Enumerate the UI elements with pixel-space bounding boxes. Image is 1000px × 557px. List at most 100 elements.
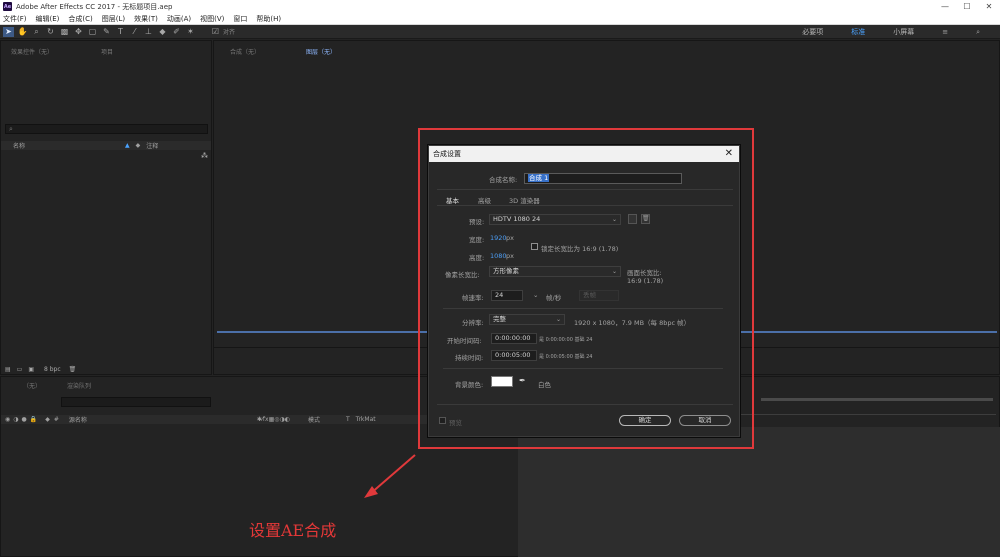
preview-label: 预览 (449, 419, 462, 427)
eyedropper-icon[interactable]: ✒ (519, 376, 526, 385)
tab-render-queue[interactable]: 渲染队列 (67, 381, 91, 390)
flowchart-icon[interactable]: ⁂ (201, 152, 208, 160)
menu-view[interactable]: 视图(V) (200, 14, 224, 24)
column-name[interactable]: 名称 (13, 141, 25, 150)
roto-brush-tool-icon[interactable]: ✐ (171, 27, 182, 37)
column-number: # (53, 416, 59, 423)
comp-name-input[interactable]: 合成 1 (524, 173, 682, 184)
zoom-tool-icon[interactable]: ⌕ (31, 27, 42, 37)
menu-bar: 文件(F) 编辑(E) 合成(C) 图层(L) 效果(T) 动画(A) 视图(V… (0, 13, 1000, 25)
mask-tool-icon[interactable]: ▢ (87, 27, 98, 37)
interpret-footage-icon[interactable]: ▤ (5, 366, 11, 373)
column-comment[interactable]: 注释 (146, 141, 158, 150)
lock-aspect-checkbox[interactable] (531, 243, 538, 250)
workspace-essentials[interactable]: 必要项 (802, 27, 823, 37)
width-unit: px (506, 234, 514, 242)
width-value[interactable]: 1920 (490, 234, 507, 242)
comp-name-value: 合成 1 (528, 174, 550, 182)
brush-tool-icon[interactable]: ⁄ (129, 27, 140, 37)
frame-rate-input[interactable]: 24 (491, 290, 523, 301)
preset-select[interactable]: HDTV 1080 24 ⌄ (489, 214, 621, 225)
start-timecode-info: 是 0:00:00:00 基础 24 (539, 337, 593, 343)
menu-animation[interactable]: 动画(A) (167, 14, 191, 24)
title-bar: Ae Adobe After Effects CC 2017 - 无标题项目.a… (0, 0, 1000, 13)
tab-timeline-none[interactable]: （无） (23, 381, 41, 390)
frame-rate-dropdown-icon[interactable]: ⌄ (533, 291, 538, 299)
menu-effect[interactable]: 效果(T) (134, 14, 158, 24)
project-panel: 效果控件（无） 项目 ⌕ 名称 ▲ ◆ 注释 ⁂ ▤ ▭ ▣ 8 bpc 🗑 (0, 40, 212, 375)
tab-layer[interactable]: 图层（无） (306, 47, 336, 56)
pen-tool-icon[interactable]: ✎ (101, 27, 112, 37)
height-value[interactable]: 1080 (490, 252, 507, 260)
bg-color-swatch[interactable] (491, 376, 513, 387)
workspace-small-screen[interactable]: 小屏幕 (893, 27, 914, 37)
new-composition-icon[interactable]: ▣ (28, 366, 34, 373)
after-effects-logo-icon: Ae (3, 2, 12, 11)
pixel-aspect-select[interactable]: 方形像素 ⌄ (489, 266, 621, 277)
video-switch-icon: ◉ (5, 416, 11, 423)
cancel-button[interactable]: 取消 (679, 415, 731, 426)
column-source-name[interactable]: 源名称 (69, 415, 87, 424)
drop-frame-select[interactable]: 丢帧 (579, 290, 619, 301)
new-folder-icon[interactable]: ▭ (17, 366, 23, 373)
selection-tool-icon[interactable]: ➤ (3, 26, 14, 37)
menu-help[interactable]: 帮助(H) (256, 14, 281, 24)
bg-color-label: 背景颜色: (455, 381, 484, 389)
puppet-tool-icon[interactable]: ✶ (185, 27, 196, 37)
rotate-tool-icon[interactable]: ↻ (45, 27, 56, 37)
start-timecode-input[interactable]: 0:00:00:00 (491, 333, 537, 344)
menu-layer[interactable]: 图层(L) (102, 14, 125, 24)
work-area-bar[interactable] (761, 398, 993, 401)
eraser-tool-icon[interactable]: ◆ (157, 27, 168, 37)
column-mode[interactable]: 模式 (308, 415, 320, 424)
menu-file[interactable]: 文件(F) (3, 14, 27, 24)
hand-tool-icon[interactable]: ✋ (17, 27, 28, 37)
ok-button[interactable]: 确定 (619, 415, 671, 426)
snap-checkbox-icon[interactable]: ☑ (210, 27, 221, 37)
minimize-button[interactable]: — (934, 0, 956, 13)
mid-separator-1 (443, 308, 723, 309)
audio-switch-icon: ◑ (13, 416, 19, 423)
bpc-label[interactable]: 8 bpc (44, 366, 61, 373)
duration-input[interactable]: 0:00:05:00 (491, 350, 537, 361)
search-help-icon[interactable]: ⌕ (976, 28, 980, 37)
type-tool-icon[interactable]: T (115, 27, 126, 37)
snap-label: 对齐 (223, 29, 236, 36)
menu-composition[interactable]: 合成(C) (68, 14, 92, 24)
frame-aspect-label: 画面长宽比: (627, 269, 662, 277)
maximize-button[interactable]: ☐ (956, 0, 978, 13)
close-window-button[interactable]: ✕ (978, 0, 1000, 13)
dialog-close-button[interactable]: ✕ (725, 148, 733, 160)
save-preset-icon[interactable] (628, 214, 637, 224)
tab-3d-renderer[interactable]: 3D 渲染器 (509, 195, 540, 205)
preview-checkbox[interactable] (439, 417, 446, 424)
delete-preset-icon[interactable]: 🗑 (641, 214, 650, 224)
dialog-title: 合成设置 (433, 150, 461, 158)
camera-tool-icon[interactable]: ▩ (59, 27, 70, 37)
menu-edit[interactable]: 编辑(E) (36, 14, 60, 24)
composition-settings-dialog: 合成设置 ✕ 合成名称: 合成 1 基本 高级 3D 渲染器 预设: HDTV … (428, 145, 740, 437)
bottom-separator (437, 404, 733, 405)
resolution-select[interactable]: 完整 ⌄ (489, 314, 565, 325)
menu-window[interactable]: 窗口 (233, 14, 247, 24)
tab-composition[interactable]: 合成（无） (230, 47, 260, 56)
project-search-input[interactable]: ⌕ (5, 124, 208, 134)
clone-stamp-tool-icon[interactable]: ⊥ (143, 27, 154, 37)
timeline-search-input[interactable] (61, 397, 211, 407)
project-footer: ▤ ▭ ▣ 8 bpc 🗑 (1, 364, 211, 374)
pan-behind-tool-icon[interactable]: ✥ (73, 27, 84, 37)
window-title: Adobe After Effects CC 2017 - 无标题项目.aep (16, 2, 173, 11)
solo-switch-icon: ● (21, 416, 27, 423)
workspace-standard[interactable]: 标准 (851, 27, 865, 37)
tab-advanced[interactable]: 高级 (478, 195, 491, 205)
label-tag-icon: ◆ (135, 142, 141, 149)
column-trkmat[interactable]: TrkMat (356, 416, 376, 423)
frame-aspect-value: 16:9 (1.78) (627, 277, 664, 285)
height-label: 高度: (469, 254, 485, 262)
workspace-menu-icon[interactable]: ≡ (942, 28, 948, 36)
tab-project[interactable]: 项目 (101, 47, 113, 56)
resolution-info: 1920 x 1080，7.9 MB（每 8bpc 帧） (574, 319, 691, 327)
chevron-down-icon: ⌄ (611, 216, 617, 223)
delete-icon[interactable]: 🗑 (69, 366, 77, 373)
tab-effect-controls[interactable]: 效果控件（无） (11, 47, 53, 56)
